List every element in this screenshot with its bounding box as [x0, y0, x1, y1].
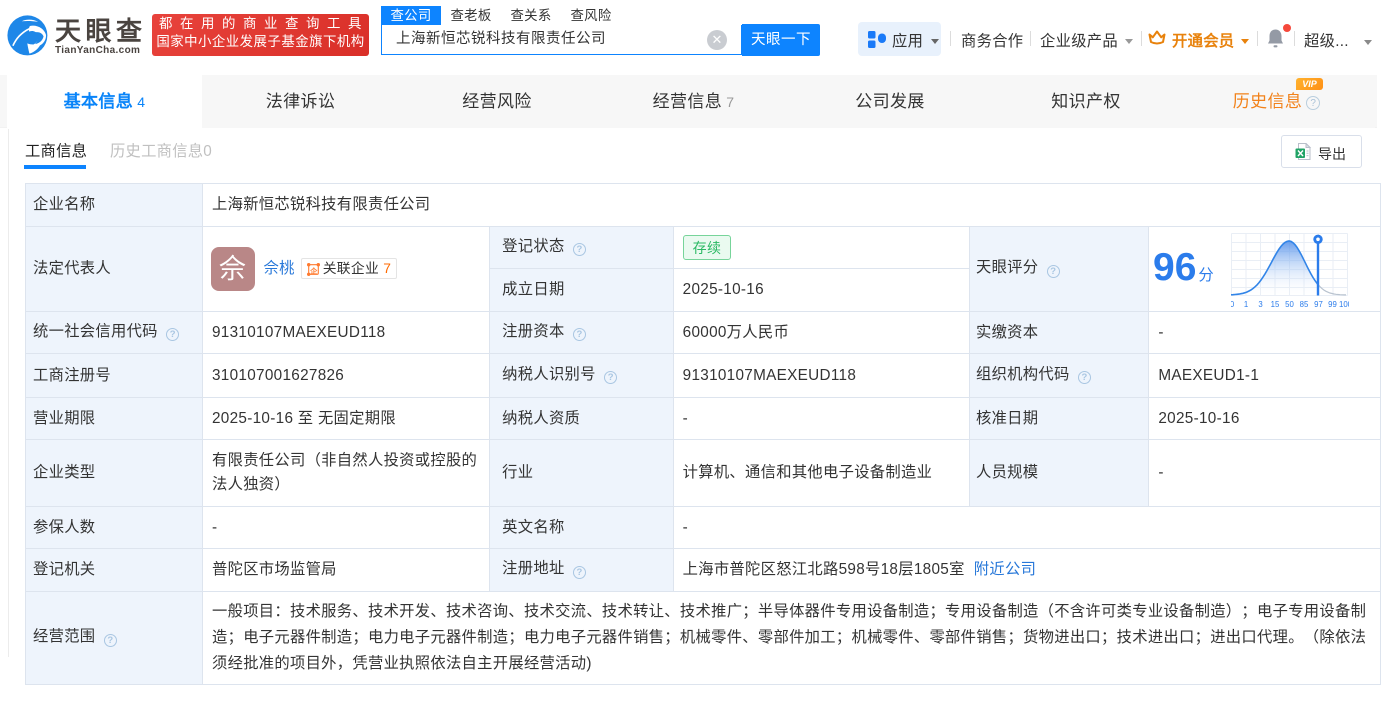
- svg-text:50: 50: [1285, 300, 1294, 309]
- svg-text:1: 1: [1244, 300, 1248, 309]
- svg-text:85: 85: [1300, 300, 1309, 309]
- svg-text:97: 97: [1314, 300, 1323, 309]
- svg-text:99: 99: [1328, 300, 1337, 309]
- svg-text:3: 3: [1258, 300, 1262, 309]
- svg-text:企: 企: [309, 266, 318, 275]
- svg-text:0: 0: [1231, 300, 1235, 309]
- svg-text:15: 15: [1271, 300, 1280, 309]
- svg-text:100: 100: [1339, 300, 1349, 309]
